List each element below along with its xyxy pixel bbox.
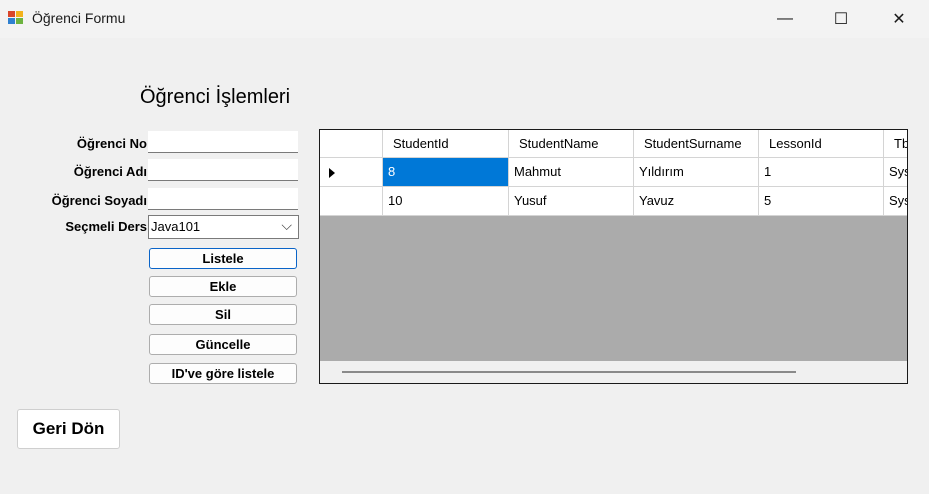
student-name-input[interactable] [148,159,298,181]
column-header-lessonid[interactable]: LessonId [759,130,884,158]
student-surname-label: Öğrenci Soyadı [51,193,147,208]
grid-cell[interactable]: 1 [759,158,884,187]
app-icon [8,11,24,25]
student-surname-input[interactable] [148,188,298,210]
row-header[interactable] [320,158,383,187]
grid-cell[interactable]: Sys [884,187,907,216]
current-row-arrow-icon [329,168,335,178]
elective-course-label: Seçmeli Ders [65,219,147,234]
column-header-tb[interactable]: Tb [884,130,907,158]
grid-cell[interactable]: Yıldırım [634,158,759,187]
grid-cell[interactable]: 8 [383,158,509,187]
list-by-id-button[interactable]: ID've göre listele [149,363,297,384]
back-button[interactable]: Geri Dön [17,409,120,449]
grid-corner-header[interactable] [320,130,383,158]
horizontal-scrollbar[interactable] [320,361,907,383]
elective-course-select[interactable]: Java101 ⌵ [148,215,299,239]
student-no-input[interactable] [148,131,298,153]
scrollbar-thumb[interactable] [342,371,796,373]
chevron-down-icon[interactable]: ⌵ [281,217,292,234]
grid-cell[interactable]: Yavuz [634,187,759,216]
row-header[interactable] [320,187,383,216]
grid-cell[interactable]: 5 [759,187,884,216]
column-header-studentsurname[interactable]: StudentSurname [634,130,759,158]
students-grid[interactable]: StudentId StudentName StudentSurname Les… [319,129,908,384]
title-bar: Öğrenci Formu — ☐ ✕ [0,0,929,38]
grid-cell[interactable]: Mahmut [509,158,634,187]
minimize-button[interactable]: — [762,0,808,38]
maximize-button[interactable]: ☐ [818,0,864,38]
column-header-studentid[interactable]: StudentId [383,130,509,158]
close-button[interactable]: ✕ [876,0,922,38]
update-button[interactable]: Güncelle [149,334,297,355]
grid-cell[interactable]: Sys [884,158,907,187]
delete-button[interactable]: Sil [149,304,297,325]
grid-cell[interactable]: 10 [383,187,509,216]
list-button[interactable]: Listele [149,248,297,269]
student-no-label: Öğrenci No [76,136,147,151]
window-title: Öğrenci Formu [32,10,126,26]
grid-cell[interactable]: Yusuf [509,187,634,216]
page-title: Öğrenci İşlemleri [140,86,291,108]
student-name-label: Öğrenci Adı [73,164,147,179]
elective-course-value: Java101 [151,219,201,234]
add-button[interactable]: Ekle [149,276,297,297]
column-header-studentname[interactable]: StudentName [509,130,634,158]
